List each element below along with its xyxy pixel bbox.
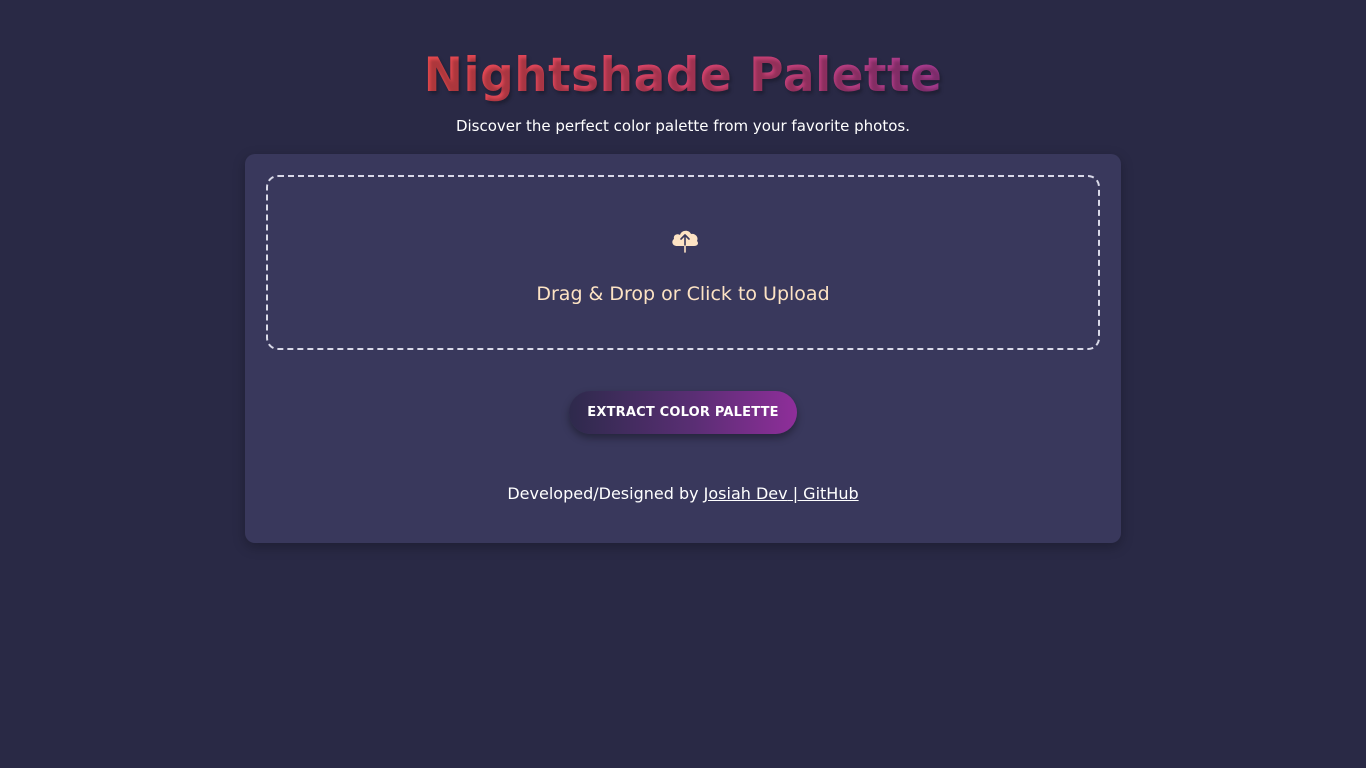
footer-credits: Developed/Designed by Josiah Dev | GitHu… [245, 483, 1121, 505]
author-link[interactable]: Josiah Dev [704, 484, 788, 503]
extract-palette-button[interactable]: EXTRACT COLOR PALETTE [569, 391, 797, 434]
upload-dropzone[interactable]: Drag & Drop or Click to Upload [266, 175, 1100, 350]
upload-label: Drag & Drop or Click to Upload [536, 283, 830, 305]
footer-prefix: Developed/Designed by [507, 484, 704, 503]
cloud-upload-icon [672, 230, 698, 253]
page-title-text: Nightshade Palette [423, 48, 943, 103]
github-link[interactable]: | GitHub [788, 484, 859, 503]
page-subtitle: Discover the perfect color palette from … [455, 117, 911, 135]
page-title: Nightshade Palette [0, 46, 1366, 106]
page: Nightshade Palette Discover the perfect … [0, 0, 1366, 768]
main-card: Drag & Drop or Click to Upload EXTRACT C… [245, 154, 1121, 543]
